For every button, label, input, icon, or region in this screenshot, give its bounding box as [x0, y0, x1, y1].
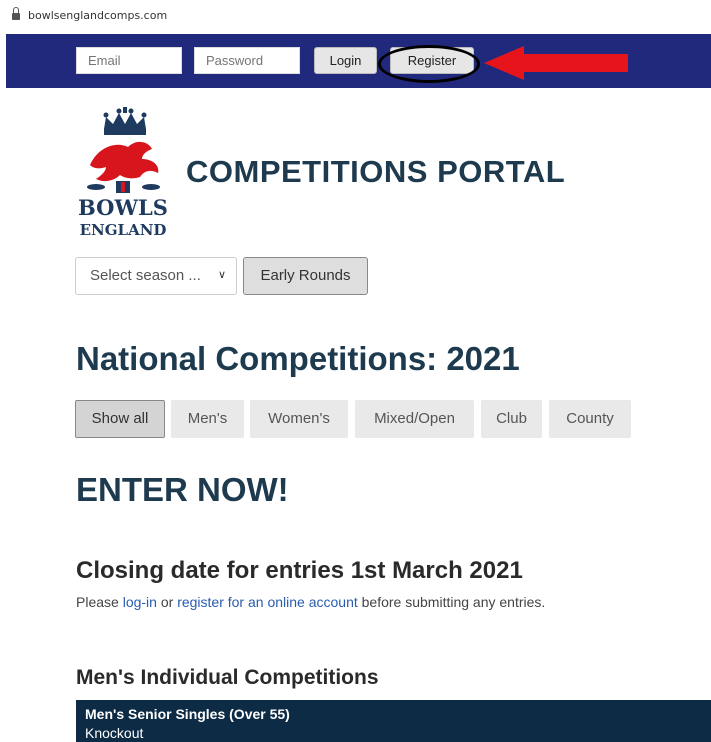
bowls-england-logo: BOWLS ENGLAND	[78, 107, 168, 239]
note-middle: or	[156, 594, 178, 610]
competition-format: Knockout	[85, 725, 144, 741]
filter-mixed-open[interactable]: Mixed/Open	[355, 400, 474, 438]
note-suffix: before submitting any entries.	[357, 594, 546, 610]
filter-club[interactable]: Club	[481, 400, 542, 438]
filter-mens[interactable]: Men's	[171, 400, 244, 438]
note-prefix: Please	[76, 594, 123, 610]
filter-show-all[interactable]: Show all	[75, 400, 165, 438]
chevron-down-icon: ∨	[217, 269, 226, 281]
login-button[interactable]: Login	[314, 47, 377, 74]
login-link[interactable]: log-in	[123, 594, 157, 610]
season-select-value: Select season ...	[90, 267, 201, 284]
top-login-bar: Login Register	[6, 34, 711, 88]
early-rounds-button[interactable]: Early Rounds	[243, 257, 368, 295]
svg-text:BOWLS: BOWLS	[78, 195, 168, 220]
enter-now-heading: ENTER NOW!	[76, 471, 289, 508]
password-field[interactable]	[194, 47, 300, 74]
filter-womens[interactable]: Women's	[250, 400, 348, 438]
filter-county[interactable]: County	[549, 400, 631, 438]
email-field[interactable]	[76, 47, 182, 74]
competition-row[interactable]: Men's Senior Singles (Over 55) Knockout	[76, 700, 711, 742]
annotation-arrow-icon	[484, 46, 628, 80]
svg-text:ENGLAND: ENGLAND	[80, 221, 167, 239]
competition-name: Men's Senior Singles (Over 55)	[85, 706, 290, 722]
browser-address-bar[interactable]: bowlsenglandcomps.com	[0, 0, 711, 30]
register-link[interactable]: register for an online account	[177, 594, 358, 610]
page-title: National Competitions: 2021	[76, 340, 520, 377]
entry-note: Please log-in or register for an online …	[76, 594, 545, 610]
season-select[interactable]: Select season ... ∨	[75, 257, 237, 295]
closing-date-heading: Closing date for entries 1st March 2021	[76, 557, 523, 584]
url-text[interactable]: bowlsenglandcomps.com	[28, 9, 167, 22]
section-heading: Men's Individual Competitions	[76, 666, 379, 689]
lock-icon	[12, 7, 20, 20]
portal-title: COMPETITIONS PORTAL	[186, 154, 566, 189]
annotation-circle	[378, 45, 480, 83]
